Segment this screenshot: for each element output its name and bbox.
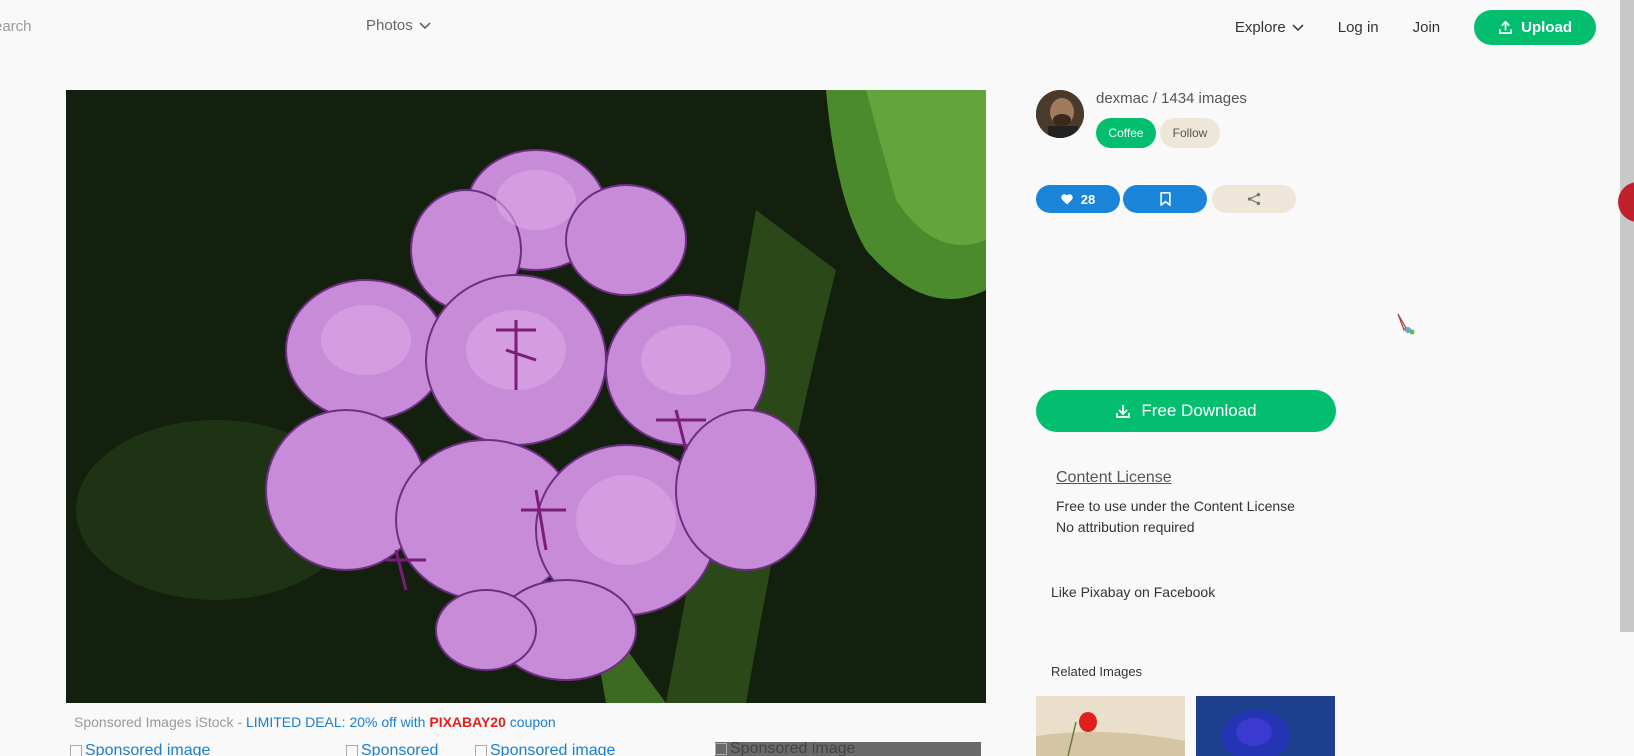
related-image-poppy <box>1036 696 1185 756</box>
sponsored-image-alt: Sponsored image <box>730 742 856 756</box>
attribution-text: No attribution required <box>1056 519 1195 535</box>
scrollbar[interactable] <box>1620 0 1634 632</box>
top-navigation-bar: earch Photos Explore Log in Join Upload <box>0 0 1634 56</box>
paint-cursor-icon <box>1397 313 1415 335</box>
heart-icon <box>1061 193 1073 204</box>
upload-label: Upload <box>1521 19 1572 36</box>
like-count: 28 <box>1080 191 1096 207</box>
author-name[interactable]: dexmac / 1434 images <box>1096 90 1247 107</box>
explore-label: Explore <box>1234 19 1286 36</box>
share-button[interactable] <box>1212 185 1296 213</box>
facebook-like-link[interactable]: Like Pixabay on Facebook <box>1051 584 1215 600</box>
upload-button[interactable]: Upload <box>1474 10 1596 45</box>
upload-icon <box>1499 20 1513 34</box>
related-image-blue-rose <box>1196 696 1335 756</box>
main-photo[interactable] <box>66 90 986 703</box>
sponsored-image-alt: Sponsored image <box>490 742 616 756</box>
broken-image-icon <box>715 743 727 755</box>
follow-button[interactable]: Follow <box>1160 118 1220 148</box>
join-link[interactable]: Join <box>1413 19 1441 36</box>
avatar[interactable] <box>1036 90 1084 138</box>
login-link[interactable]: Log in <box>1338 19 1379 36</box>
media-type-dropdown[interactable]: Photos <box>366 17 431 34</box>
bookmark-icon <box>1159 192 1171 206</box>
download-icon <box>1116 405 1131 418</box>
broken-image-icon <box>346 745 358 756</box>
sponsored-image-alt: Sponsored <box>361 742 439 756</box>
related-images-heading: Related Images <box>1051 664 1143 679</box>
search-input[interactable]: earch <box>0 18 32 35</box>
explore-menu[interactable]: Explore <box>1235 19 1304 36</box>
sponsored-image[interactable]: Sponsored image <box>475 742 615 756</box>
related-image[interactable] <box>1196 696 1335 756</box>
flower-photo <box>66 90 986 703</box>
sponsored-image-alt: Sponsored image <box>85 742 211 756</box>
bookmark-button[interactable] <box>1123 185 1207 213</box>
nav-right: Explore Log in Join Upload <box>1201 10 1596 45</box>
sponsored-image[interactable]: Sponsored image <box>70 742 210 756</box>
free-download-button[interactable]: Free Download <box>1036 390 1336 432</box>
broken-image-icon <box>70 745 82 756</box>
related-image[interactable] <box>1036 696 1185 756</box>
sponsored-prefix: Sponsored Images iStock - <box>74 714 246 730</box>
share-icon <box>1247 192 1261 206</box>
sponsored-banner[interactable]: Sponsored Images iStock - LIMITED DEAL: … <box>74 714 556 730</box>
media-type-label: Photos <box>366 17 413 34</box>
sponsored-image[interactable]: Sponsored <box>346 742 438 756</box>
license-text: Free to use under the Content License <box>1056 498 1295 514</box>
coupon-code: PIXABAY20 <box>429 714 506 730</box>
sponsored-image[interactable]: Sponsored image <box>715 742 981 756</box>
sponsored-images-row: Sponsored image Sponsored Sponsored imag… <box>0 742 1000 756</box>
broken-image-icon <box>475 745 487 756</box>
user-avatar-image <box>1036 90 1084 138</box>
like-button[interactable]: 28 <box>1036 185 1120 213</box>
content-license-link[interactable]: Content License <box>1056 469 1172 487</box>
coffee-button[interactable]: Coffee <box>1096 118 1156 148</box>
chevron-down-icon <box>419 21 431 29</box>
chevron-down-icon <box>1292 23 1304 31</box>
download-label: Free Download <box>1141 401 1257 420</box>
sponsored-coupon-link[interactable]: coupon <box>506 714 556 730</box>
sponsored-deal-link[interactable]: LIMITED DEAL: 20% off with <box>246 714 429 730</box>
